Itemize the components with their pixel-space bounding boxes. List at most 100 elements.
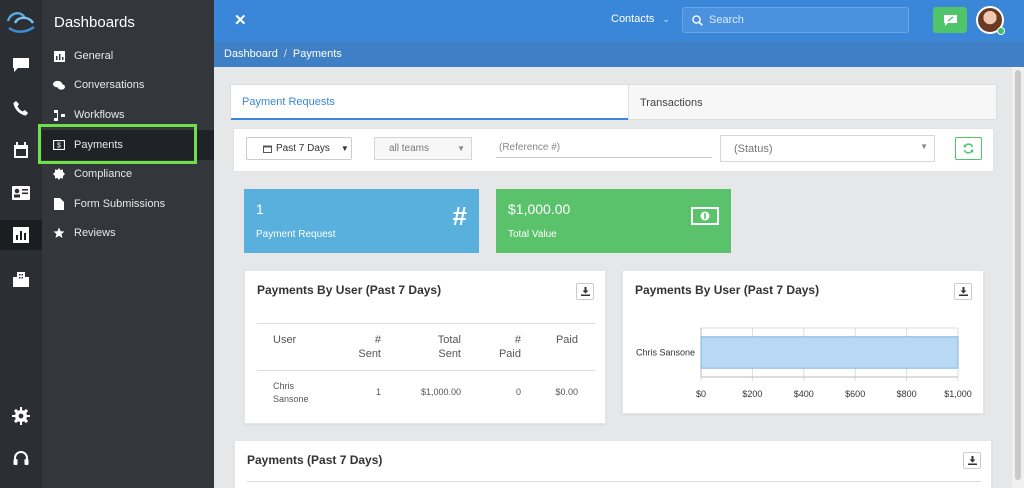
column-header-paid-count-a: #	[514, 334, 521, 346]
x-tick-label: $200	[742, 389, 762, 399]
sidebar-item-label: Reviews	[74, 227, 116, 239]
table-cell-paid-amount: $0.00	[555, 387, 578, 397]
table-cell-user-first: Chris	[273, 381, 295, 391]
x-tick-label: $400	[794, 389, 814, 399]
column-header-sent-count-b: Sent	[358, 348, 381, 360]
status-select[interactable]: (Status) ▼	[720, 135, 935, 162]
bar-chart-icon[interactable]	[0, 220, 42, 250]
sidebar-title: Dashboards	[54, 14, 135, 31]
payment-requests-count: 1	[256, 201, 264, 217]
building-icon[interactable]	[10, 268, 32, 290]
sidebar-item-label: Form Submissions	[74, 198, 166, 210]
total-value-label: Total Value	[508, 229, 557, 240]
chat-icon[interactable]	[10, 54, 32, 76]
payments-by-user-table-panel: Payments By User (Past 7 Days) User # Se…	[244, 270, 606, 424]
money-bill-icon	[691, 207, 719, 225]
tab-transactions[interactable]: Transactions	[628, 85, 997, 120]
column-header-sent-count-a: #	[374, 334, 381, 346]
star-icon	[53, 227, 65, 239]
gear-icon[interactable]	[10, 405, 32, 427]
caret-down-icon: ▼	[340, 144, 349, 153]
panel-rule	[247, 481, 981, 482]
refresh-button[interactable]	[955, 137, 982, 160]
headset-icon[interactable]	[10, 448, 32, 470]
date-range-label: Past 7 Days	[276, 143, 330, 154]
search-input[interactable]	[709, 14, 889, 26]
teams-select-value: all teams	[389, 143, 430, 154]
calendar-icon	[263, 145, 272, 153]
x-tick-label: $0	[696, 389, 706, 399]
column-header-total-sent-b: Sent	[438, 348, 461, 360]
sidebar-item-label: Workflows	[74, 109, 125, 121]
download-icon	[580, 287, 590, 296]
table-cell-total: $1,000.00	[420, 387, 461, 397]
column-header-user: User	[273, 334, 297, 346]
tab-bar: Payment Requests Transactions	[230, 84, 997, 120]
sidebar-item-general[interactable]: General	[42, 41, 214, 71]
workflow-icon	[53, 109, 65, 121]
breadcrumb-separator: /	[283, 48, 287, 60]
dashboards-sidebar: Dashboards General Conversations Workflo…	[42, 0, 214, 488]
bar	[700, 336, 959, 369]
refresh-icon	[963, 143, 974, 154]
hash-icon: #	[452, 201, 467, 231]
reference-input[interactable]	[499, 142, 699, 153]
teams-select[interactable]: all teams ▼	[374, 137, 472, 160]
table-header-rule	[257, 370, 595, 371]
message-icon	[943, 14, 957, 26]
search-icon	[692, 14, 703, 26]
payments-over-time-panel: Payments (Past 7 Days)	[234, 440, 992, 488]
close-icon[interactable]: ✕	[234, 11, 247, 29]
caret-down-icon: ▼	[920, 142, 928, 151]
reference-field[interactable]	[496, 138, 712, 158]
sidebar-item-label: General	[74, 50, 114, 62]
breadcrumb-dashboard-link[interactable]: Dashboard	[224, 48, 278, 60]
contact-card-icon[interactable]	[10, 182, 32, 204]
contacts-dropdown[interactable]: Contacts ⌄	[611, 13, 670, 25]
panel-title: Payments By User (Past 7 Days)	[257, 283, 442, 297]
date-range-dropdown[interactable]: Past 7 Days ▼	[246, 137, 352, 160]
download-button[interactable]	[576, 283, 594, 300]
sidebar-item-label: Conversations	[74, 79, 145, 91]
breadcrumb-current: Payments	[292, 48, 342, 60]
x-tick-label: $600	[845, 389, 865, 399]
column-header-paid-amount: Paid	[555, 334, 578, 346]
x-tick-label: $800	[897, 389, 917, 399]
total-value-amount: $1,000.00	[508, 201, 571, 217]
y-category-label: Chris Sansone	[636, 348, 695, 358]
total-value-stat-card: $1,000.00 Total Value	[496, 189, 731, 253]
calendar-icon[interactable]	[10, 139, 32, 161]
caret-down-icon: ▼	[457, 144, 465, 153]
sidebar-item-reviews[interactable]: Reviews	[42, 218, 214, 248]
status-select-value: (Status)	[734, 142, 773, 155]
search-box[interactable]	[682, 7, 909, 33]
table-cell-sent: 1	[375, 387, 381, 397]
payments-by-user-chart-panel: Payments By User (Past 7 Days) $0 $200 $40…	[622, 270, 984, 414]
download-icon	[967, 456, 977, 465]
download-button[interactable]	[963, 452, 981, 469]
table-top-rule	[257, 323, 595, 324]
compose-message-button[interactable]	[933, 7, 967, 33]
badge-icon	[53, 168, 65, 180]
sidebar-item-form-submissions[interactable]: Form Submissions	[42, 189, 214, 219]
logo-icon[interactable]	[5, 8, 37, 34]
panel-title: Payments (Past 7 Days)	[247, 453, 383, 467]
column-header-paid-count-b: Paid	[498, 348, 521, 360]
tab-payment-requests[interactable]: Payment Requests	[231, 85, 628, 120]
chat-bubbles-icon	[53, 79, 65, 91]
table-cell-user-last: Sansone	[273, 394, 309, 404]
scrollbar-thumb[interactable]	[1015, 70, 1021, 480]
sidebar-item-label: Compliance	[74, 168, 133, 180]
payment-requests-label: Payment Request	[256, 229, 336, 240]
sidebar-item-conversations[interactable]: Conversations	[42, 70, 214, 100]
bar-chart-icon	[53, 50, 65, 62]
payment-requests-stat-card: 1 Payment Request #	[244, 189, 479, 253]
table-cell-paid: 0	[515, 387, 521, 397]
column-header-total-sent-a: Total	[437, 334, 461, 346]
document-icon	[53, 198, 65, 210]
online-status-dot	[997, 27, 1005, 35]
icon-rail	[0, 0, 42, 488]
contacts-label: Contacts	[611, 13, 655, 25]
chevron-down-icon: ⌄	[662, 14, 670, 24]
phone-icon[interactable]	[10, 97, 32, 119]
